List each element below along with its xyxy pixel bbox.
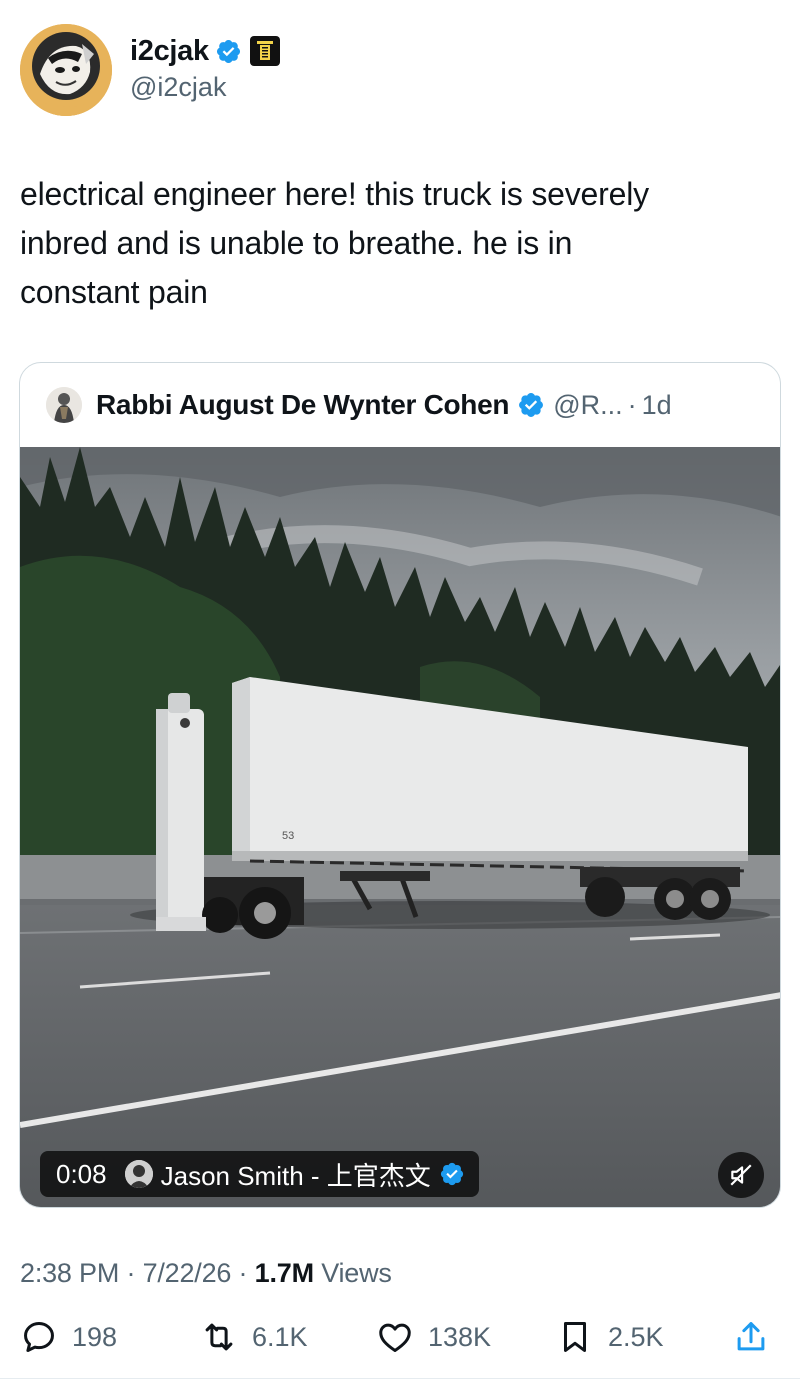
trailer-number: 53 — [282, 830, 294, 842]
separator-dot: · — [231, 1258, 255, 1288]
quoted-tweet-time[interactable]: 1d — [642, 390, 672, 421]
heart-icon — [379, 1323, 411, 1352]
like-button[interactable]: 138K — [376, 1318, 491, 1356]
video-credit-avatar — [124, 1160, 153, 1188]
reply-count: 198 — [72, 1321, 118, 1352]
reply-button[interactable]: 198 — [20, 1318, 117, 1356]
muted-speaker-icon — [730, 1164, 752, 1186]
divider — [0, 1378, 800, 1379]
quoted-tweet-card[interactable]: Rabbi August De Wynter Cohen @R... · 1d — [19, 362, 781, 1208]
tweet-header: i2cjak @i2cjak — [20, 22, 780, 122]
author-handle[interactable]: @i2cjak — [130, 72, 280, 103]
tweet-text-line: constant pain — [20, 274, 208, 310]
verified-badge-icon — [216, 39, 240, 63]
tweet-text-line: electrical engineer here! this truck is … — [20, 176, 649, 212]
repost-button[interactable]: 6.1K — [200, 1318, 308, 1356]
tweet-date[interactable]: 7/22/26 — [143, 1258, 232, 1288]
views-label: Views — [313, 1258, 392, 1288]
author-avatar[interactable] — [20, 24, 112, 116]
bookmark-button[interactable]: 2.5K — [556, 1318, 664, 1356]
share-button[interactable] — [732, 1318, 784, 1356]
quoted-author-handle[interactable]: @R... — [553, 390, 622, 421]
quoted-tweet-header: Rabbi August De Wynter Cohen @R... · 1d — [20, 363, 780, 447]
video-overlay-info: 0:08 Jason Smith - 上官杰文 — [40, 1151, 479, 1197]
affiliation-badge-icon[interactable] — [249, 36, 280, 66]
views-count[interactable]: 1.7M — [255, 1258, 314, 1288]
verified-badge-icon — [440, 1162, 463, 1186]
repost-count: 6.1K — [252, 1321, 308, 1352]
quoted-author-display-name[interactable]: Rabbi August De Wynter Cohen — [96, 389, 509, 421]
like-count: 138K — [428, 1321, 492, 1352]
quoted-author-avatar[interactable] — [46, 387, 82, 423]
mute-button[interactable] — [718, 1152, 764, 1198]
author-display-name[interactable]: i2cjak — [130, 35, 209, 68]
bookmark-icon — [563, 1322, 587, 1352]
bookmark-count: 2.5K — [608, 1321, 664, 1352]
tweet-text: electrical engineer here! this truck is … — [20, 170, 770, 317]
verified-badge-icon — [519, 393, 544, 417]
tweet-text-line: inbred and is unable to breathe. he is i… — [20, 225, 573, 261]
tweet-time[interactable]: 2:38 PM — [20, 1258, 119, 1288]
tweet-meta: 2:38 PM · 7/22/26 · 1.7M Views — [20, 1258, 392, 1289]
reply-icon — [24, 1322, 54, 1352]
action-bar: 198 6.1K 138K 2.5K — [20, 1318, 780, 1372]
video-credit[interactable]: Jason Smith - 上官杰文 — [161, 1156, 431, 1193]
video-duration: 0:08 — [56, 1158, 107, 1189]
share-icon — [737, 1322, 765, 1351]
video-frame: 53 — [20, 447, 780, 1207]
separator-dot: · — [119, 1258, 143, 1288]
separator-dot: · — [627, 389, 637, 420]
repost-icon — [205, 1323, 233, 1351]
video-player[interactable]: 53 0:08 Jason Smith - 上官杰文 — [20, 447, 780, 1207]
